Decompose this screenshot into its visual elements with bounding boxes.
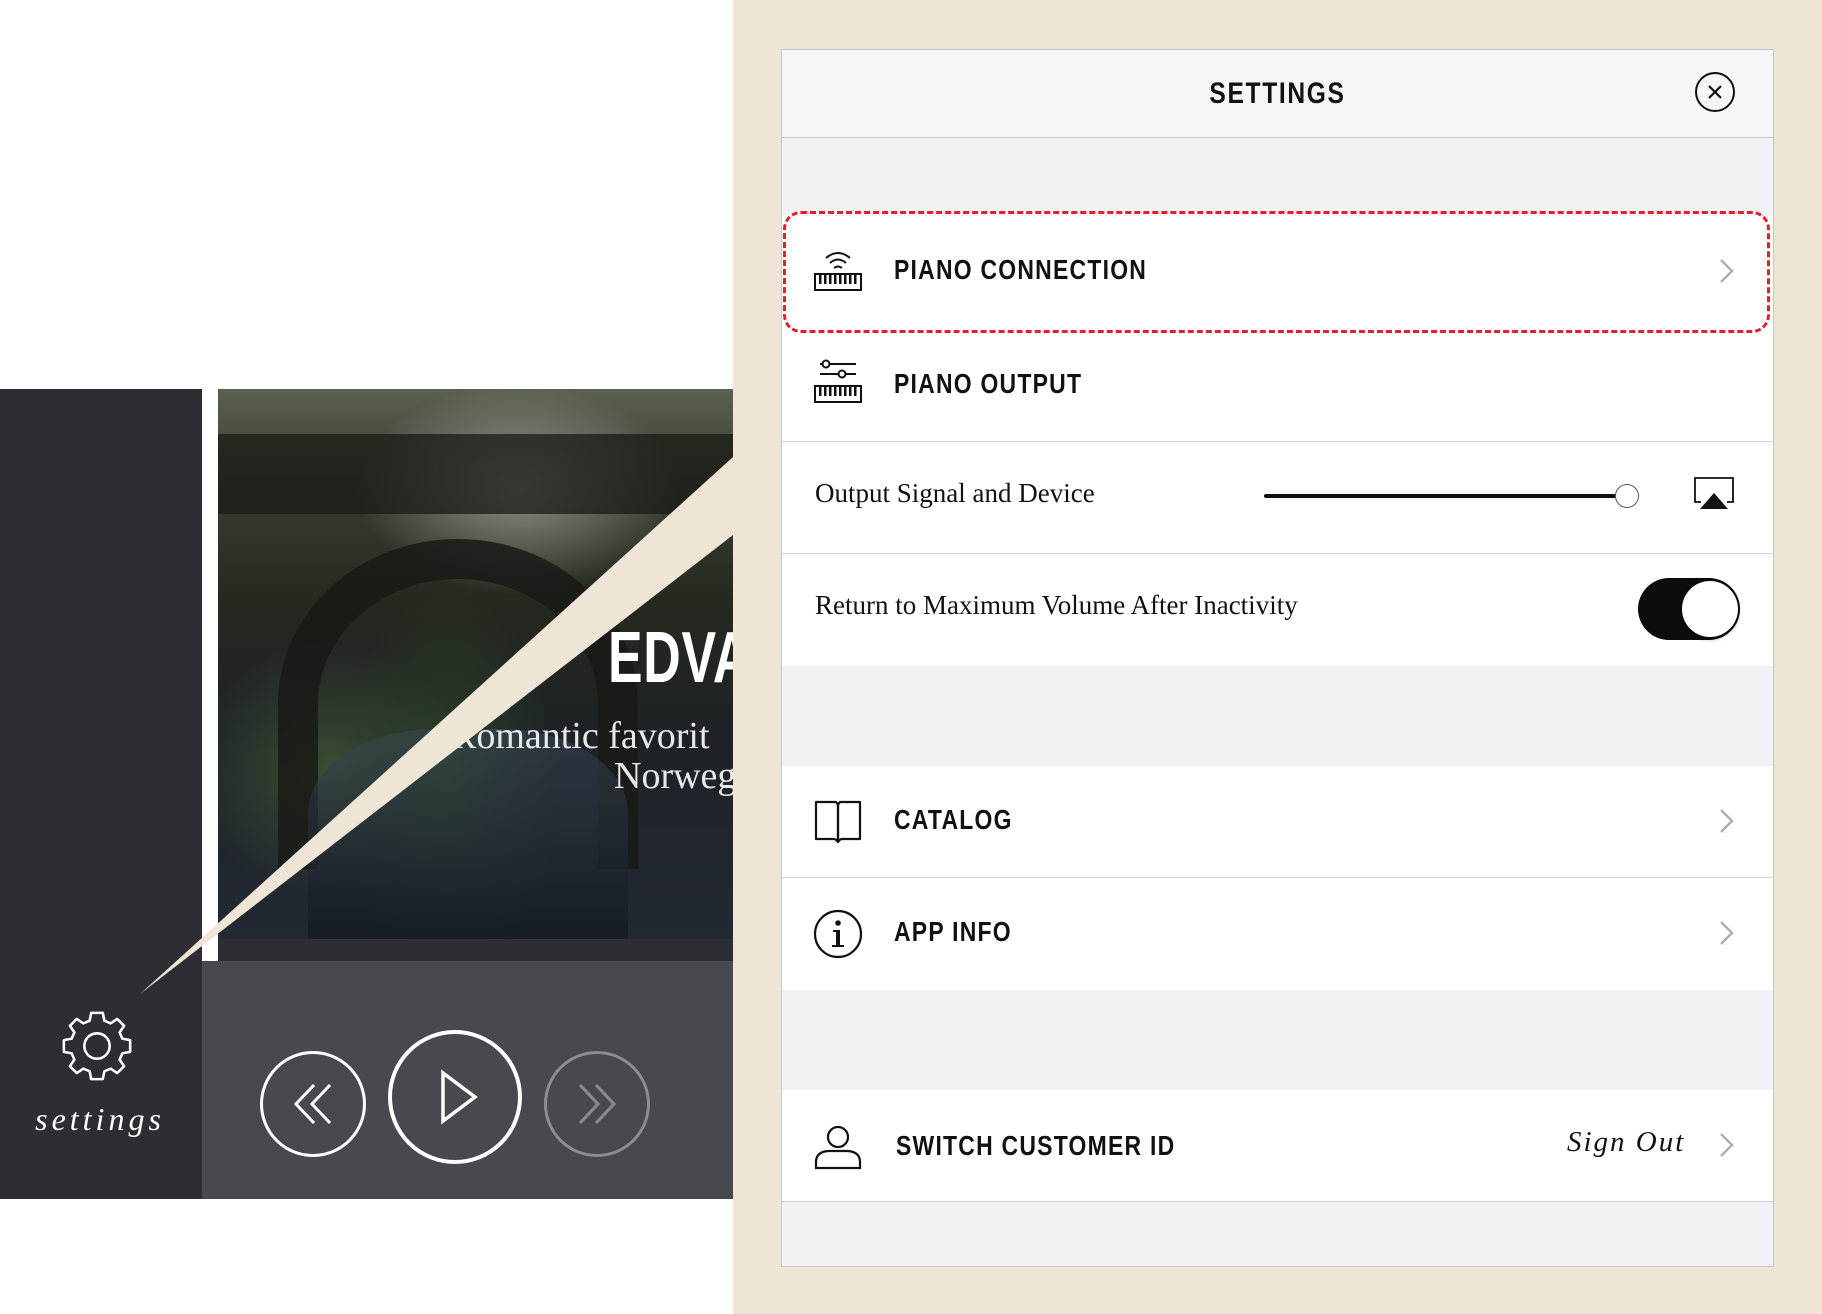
volume-slider-thumb[interactable] xyxy=(1614,484,1639,508)
artwork-bridge xyxy=(218,434,733,514)
album-subtitle-2: Norweg xyxy=(614,755,733,797)
app-screen: settings EDVA Romantic favorit Norweg xyxy=(0,389,733,1199)
settings-label[interactable]: settings xyxy=(30,1101,170,1138)
return-max-volume-toggle[interactable] xyxy=(1638,578,1740,640)
airplay-icon[interactable] xyxy=(1693,476,1735,512)
previous-button[interactable] xyxy=(260,1051,366,1157)
gear-icon[interactable] xyxy=(58,1007,136,1085)
volume-slider-track[interactable] xyxy=(1264,494,1634,498)
piano-connection-label: PIANO CONNECTION xyxy=(894,254,1148,285)
piano-sliders-icon xyxy=(814,359,862,403)
info-icon xyxy=(813,909,863,959)
close-button[interactable] xyxy=(1695,72,1735,112)
play-icon xyxy=(441,1069,478,1125)
double-chevron-right-icon xyxy=(578,1083,617,1125)
piano-wifi-icon xyxy=(814,252,862,291)
output-signal-row: Output Signal and Device xyxy=(782,442,1773,554)
row-separator xyxy=(782,1201,1773,1202)
book-icon xyxy=(814,800,862,844)
return-max-volume-row: Return to Maximum Volume After Inactivit… xyxy=(782,554,1773,666)
catalog-label: CATALOG xyxy=(894,804,1013,835)
app-info-label: APP INFO xyxy=(894,916,1012,947)
album-title: EDVA xyxy=(608,618,733,698)
switch-customer-id-label: SWITCH CUSTOMER ID xyxy=(896,1130,1176,1161)
panel-header: SETTINGS xyxy=(782,50,1773,138)
chevron-right-icon xyxy=(1720,259,1734,283)
album-artwork: EDVA Romantic favorit Norweg xyxy=(218,389,733,939)
piano-connection-row[interactable]: PIANO CONNECTION xyxy=(782,216,1773,328)
chevron-right-icon xyxy=(1720,921,1734,945)
return-max-volume-label: Return to Maximum Volume After Inactivit… xyxy=(815,590,1298,620)
close-icon xyxy=(1708,85,1722,99)
player-controls xyxy=(202,961,733,1199)
double-chevron-left-icon xyxy=(293,1083,332,1125)
app-info-row[interactable]: APP INFO xyxy=(782,878,1773,990)
album-subtitle: Romantic favorit xyxy=(451,715,710,757)
user-icon xyxy=(814,1125,862,1170)
artwork-water xyxy=(308,729,628,939)
piano-output-row: PIANO OUTPUT xyxy=(782,328,1773,442)
catalog-row[interactable]: CATALOG xyxy=(782,766,1773,878)
switch-customer-id-row[interactable]: SWITCH CUSTOMER ID Sign Out xyxy=(782,1090,1773,1202)
toggle-knob xyxy=(1682,581,1738,637)
chevron-right-icon xyxy=(1720,1133,1734,1157)
divider xyxy=(202,389,218,961)
chevron-right-icon xyxy=(1720,809,1734,833)
panel-title: SETTINGS xyxy=(1209,77,1346,110)
piano-output-label: PIANO OUTPUT xyxy=(894,368,1083,399)
next-button[interactable] xyxy=(544,1051,650,1157)
settings-panel: SETTINGS PIANO CONNECTION PIANO OUTPUT O… xyxy=(781,49,1774,1267)
output-signal-label: Output Signal and Device xyxy=(815,478,1095,508)
play-button[interactable] xyxy=(388,1030,522,1164)
sidebar: settings xyxy=(0,389,202,1199)
sign-out-link[interactable]: Sign Out xyxy=(1567,1126,1685,1159)
